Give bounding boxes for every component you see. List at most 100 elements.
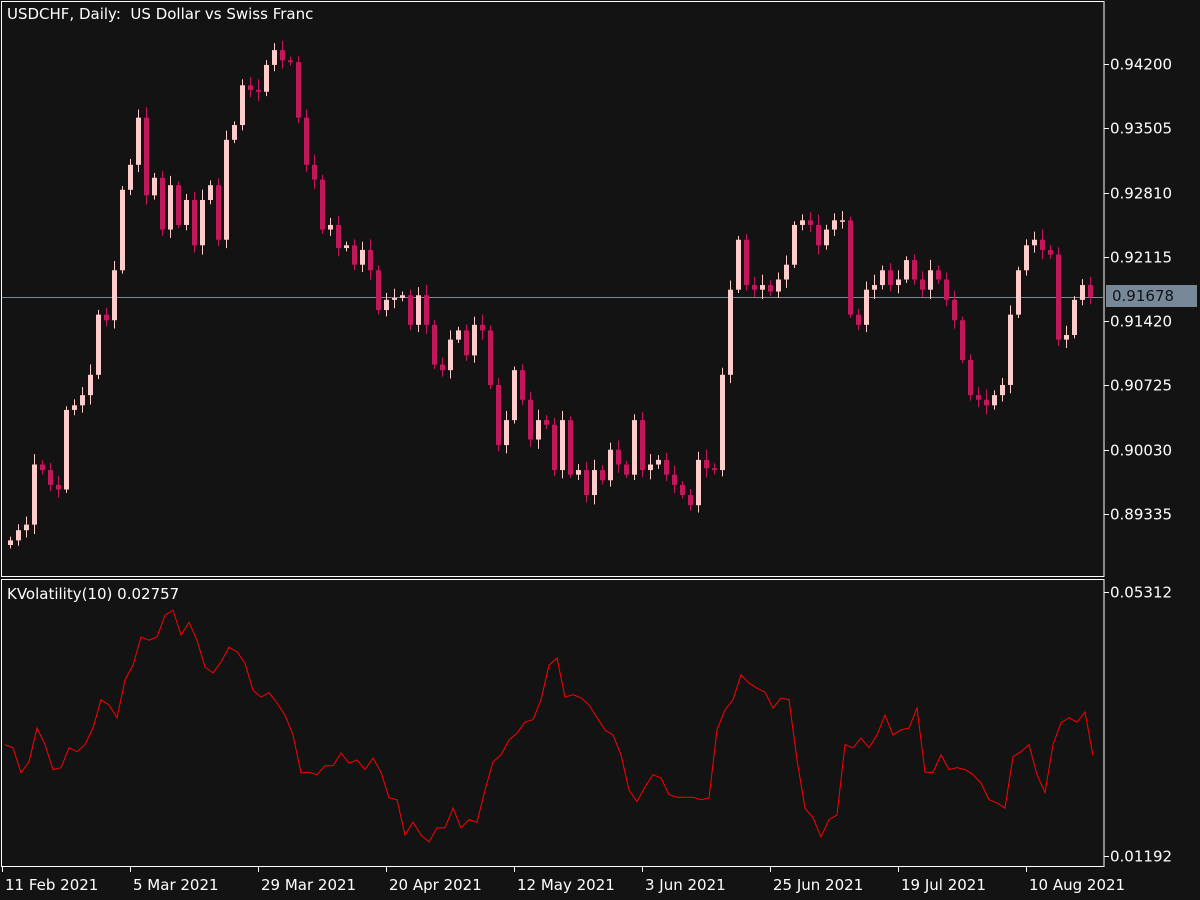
candle-body	[776, 280, 781, 292]
candle	[136, 110, 141, 173]
candle-body	[696, 460, 701, 505]
candle	[920, 271, 925, 297]
candle	[296, 56, 301, 123]
date-tick-label: 20 Apr 2021	[389, 876, 482, 894]
candle-body	[896, 280, 901, 286]
candle	[768, 280, 773, 296]
candle-body	[208, 185, 213, 200]
candle	[88, 364, 93, 404]
candle-body	[224, 140, 229, 240]
candle	[656, 455, 661, 469]
candle-body	[408, 295, 413, 325]
candle-body	[504, 420, 509, 445]
candle-body	[576, 470, 581, 475]
candle-body	[864, 290, 869, 325]
candle-body	[72, 405, 77, 410]
candle	[464, 324, 469, 360]
date-tick-label: 29 Mar 2021	[261, 876, 356, 894]
candle-body	[1000, 385, 1005, 395]
candle-body	[680, 485, 685, 495]
candle	[560, 411, 565, 479]
candle-body	[336, 225, 341, 248]
price-tick-label: 0.90030	[1110, 442, 1172, 460]
candle	[176, 181, 181, 228]
candle-body	[296, 62, 301, 117]
candle	[144, 107, 149, 204]
candle	[648, 454, 653, 479]
candle-body	[936, 270, 941, 279]
candle	[720, 368, 725, 477]
candle-body	[288, 60, 293, 62]
candle-body	[688, 495, 693, 505]
candle-body	[888, 270, 893, 285]
date-tick-label: 5 Mar 2021	[133, 876, 219, 894]
indicator-layer	[5, 610, 1093, 842]
candle	[1056, 248, 1061, 346]
candle-body	[104, 315, 109, 321]
candle	[472, 317, 477, 363]
candle-body	[768, 285, 773, 291]
candle	[304, 110, 309, 173]
candle-body	[584, 470, 589, 495]
candle	[40, 460, 45, 475]
candle-body	[1088, 285, 1093, 297]
candle	[944, 272, 949, 306]
candle-body	[464, 330, 469, 355]
candle	[904, 256, 909, 282]
candle	[424, 285, 429, 334]
price-tick-label: 0.93505	[1110, 120, 1172, 138]
candle-body	[848, 220, 853, 314]
current-price-label: 0.91678	[1106, 285, 1197, 307]
candle-body	[816, 225, 821, 245]
candle	[104, 308, 109, 327]
indicator-title: KVolatility(10) 0.02757	[7, 585, 179, 603]
candle	[1000, 378, 1005, 402]
candle-body	[312, 165, 317, 180]
candle-body	[144, 118, 149, 196]
candle	[400, 292, 405, 302]
candle-body	[24, 525, 29, 531]
candle	[200, 190, 205, 255]
candle	[96, 310, 101, 379]
candle-body	[192, 200, 197, 245]
candle	[496, 378, 501, 451]
candle-body	[232, 125, 237, 140]
candle	[856, 309, 861, 330]
candle	[872, 275, 877, 299]
candle	[784, 255, 789, 287]
candle	[1040, 229, 1045, 259]
candle-body	[1024, 245, 1029, 270]
candle	[808, 212, 813, 232]
chart-title: USDCHF, Daily: US Dollar vs Swiss Franc	[7, 5, 313, 23]
candle-body	[496, 385, 501, 445]
candle-body	[184, 200, 189, 225]
candle	[480, 314, 485, 339]
candle-body	[48, 470, 53, 485]
candle	[272, 43, 277, 71]
candle	[120, 186, 125, 274]
price-tick-label: 0.89335	[1110, 506, 1172, 524]
candle-body	[944, 280, 949, 300]
candle	[824, 225, 829, 250]
chart-canvas[interactable]: 0.942000.935050.928100.921150.914200.907…	[0, 0, 1200, 900]
date-tick-label: 10 Aug 2021	[1029, 876, 1125, 894]
candle-body	[520, 370, 525, 400]
candle	[80, 387, 85, 413]
candle-body	[376, 270, 381, 310]
candle-body	[1048, 250, 1053, 255]
candle-body	[880, 270, 885, 285]
candle-body	[872, 285, 877, 290]
candle-body	[792, 225, 797, 265]
candle-body	[384, 300, 389, 310]
candle	[536, 410, 541, 449]
candle	[864, 282, 869, 333]
candle-body	[448, 340, 453, 371]
candle	[640, 412, 645, 477]
candle-body	[64, 410, 69, 490]
candle	[192, 192, 197, 253]
candle-body	[152, 178, 157, 196]
candle	[632, 414, 637, 480]
candle	[368, 240, 373, 280]
candle-body	[400, 295, 405, 298]
candle	[1008, 305, 1013, 393]
